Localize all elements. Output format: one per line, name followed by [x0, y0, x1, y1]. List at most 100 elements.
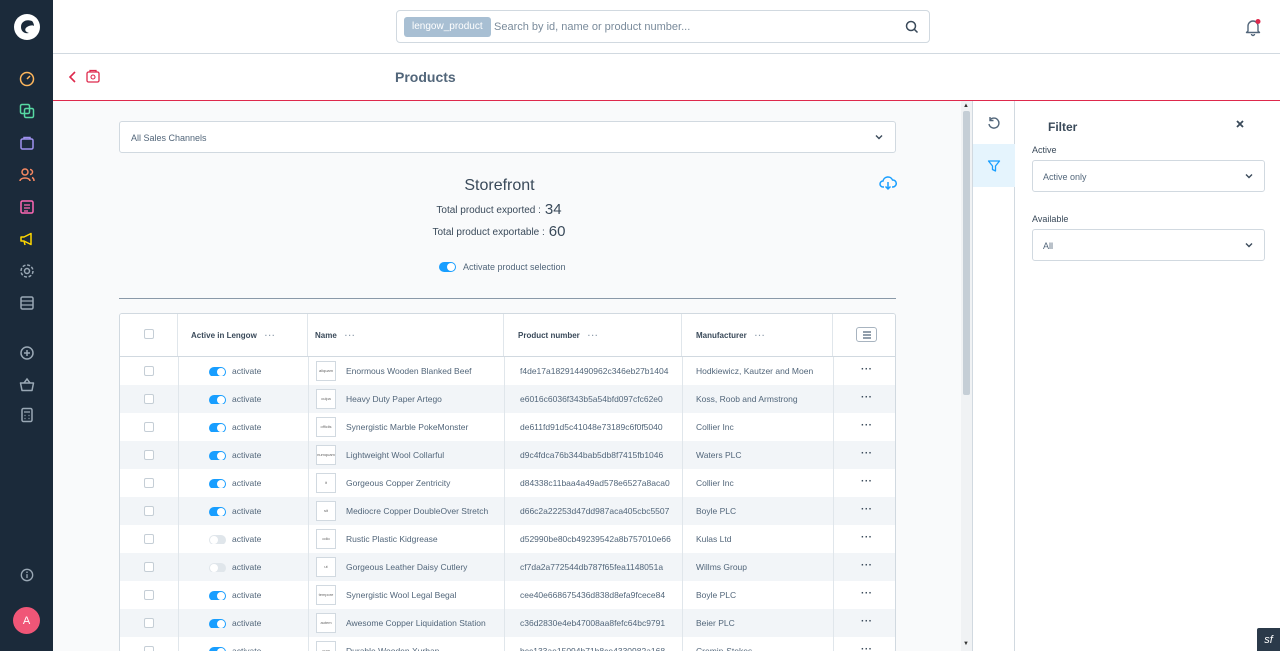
product-name[interactable]: Lightweight Wool Collarful [346, 441, 501, 469]
column-header-active[interactable]: Active in Lengow ··· [178, 314, 308, 356]
extensions-icon[interactable] [17, 293, 37, 313]
row-actions-icon[interactable]: ··· [861, 497, 873, 523]
product-thumbnail[interactable]: ut [316, 557, 336, 577]
table-row[interactable]: activate officiis Synergistic Marble PokeM… [120, 413, 895, 441]
product-name[interactable]: Gorgeous Leather Daisy Cutlery [346, 553, 501, 581]
content-icon[interactable] [17, 197, 37, 217]
active-toggle[interactable] [209, 422, 226, 432]
table-row[interactable]: activate numquam Lightweight Wool Collarfu… [120, 441, 895, 469]
active-toggle[interactable] [209, 646, 226, 651]
product-thumbnail[interactable]: cum [316, 641, 336, 651]
active-toggle[interactable] [209, 534, 226, 544]
row-checkbox[interactable] [144, 366, 154, 376]
close-icon[interactable] [1234, 118, 1246, 130]
product-name[interactable]: Awesome Copper Liquidation Station [346, 609, 501, 637]
add-icon[interactable] [17, 343, 37, 363]
active-toggle[interactable] [209, 562, 226, 572]
active-toggle[interactable] [209, 618, 226, 628]
row-checkbox[interactable] [144, 422, 154, 432]
column-options-icon[interactable]: ··· [588, 331, 599, 340]
settings-icon[interactable] [17, 261, 37, 281]
row-checkbox[interactable] [144, 506, 154, 516]
info-icon[interactable] [17, 565, 37, 585]
symfony-toolbar-toggle[interactable]: sf [1257, 628, 1280, 651]
avatar[interactable]: A [13, 607, 40, 634]
refresh-tab[interactable] [973, 101, 1015, 144]
row-checkbox[interactable] [144, 450, 154, 460]
table-row[interactable]: activate odio Rustic Plastic Kidgrease d529… [120, 525, 895, 553]
search-type-tag[interactable]: lengow_product [404, 17, 491, 37]
row-checkbox[interactable] [144, 394, 154, 404]
sales-channel-select[interactable]: All Sales Channels [119, 121, 896, 153]
column-header-manufacturer[interactable]: Manufacturer ··· [682, 314, 833, 356]
select-all-checkbox[interactable] [144, 329, 154, 339]
active-filter-select[interactable]: Active only [1032, 160, 1265, 192]
product-thumbnail[interactable]: numquam [316, 445, 336, 465]
column-settings-button[interactable] [856, 327, 877, 342]
product-thumbnail[interactable]: aliquam [316, 361, 336, 381]
row-actions-icon[interactable]: ··· [861, 469, 873, 495]
table-row[interactable]: activate it Gorgeous Copper Zentricity d843… [120, 469, 895, 497]
active-toggle[interactable] [209, 394, 226, 404]
shopware-logo-icon[interactable] [13, 13, 41, 41]
basket-icon[interactable] [17, 375, 37, 395]
product-name[interactable]: Durable Wooden Xurban [346, 637, 501, 651]
back-chevron-icon[interactable] [67, 69, 79, 85]
product-name[interactable]: Mediocre Copper DoubleOver Stretch [346, 497, 501, 525]
active-toggle[interactable] [209, 450, 226, 460]
dashboard-icon[interactable] [17, 69, 37, 89]
row-actions-icon[interactable]: ··· [861, 385, 873, 411]
product-name[interactable]: Synergistic Wool Legal Begal [346, 581, 501, 609]
product-thumbnail[interactable]: it [316, 473, 336, 493]
row-actions-icon[interactable]: ··· [861, 609, 873, 635]
row-actions-icon[interactable]: ··· [861, 553, 873, 579]
row-actions-icon[interactable]: ··· [861, 581, 873, 607]
product-thumbnail[interactable]: officiis [316, 417, 336, 437]
table-row[interactable]: activate cum Durable Wooden Xurban bcc133ae… [120, 637, 895, 651]
scrollbar-thumb[interactable] [963, 111, 970, 395]
customers-icon[interactable] [17, 165, 37, 185]
search-icon[interactable] [903, 18, 921, 36]
scroll-up-icon[interactable]: ▲ [963, 103, 969, 109]
table-row[interactable]: activate ut Gorgeous Leather Daisy Cutlery… [120, 553, 895, 581]
active-toggle[interactable] [209, 478, 226, 488]
row-checkbox[interactable] [144, 618, 154, 628]
column-options-icon[interactable]: ··· [755, 331, 766, 340]
row-checkbox[interactable] [144, 562, 154, 572]
product-name[interactable]: Rustic Plastic Kidgrease [346, 525, 501, 553]
table-row[interactable]: activate sit Mediocre Copper DoubleOver St… [120, 497, 895, 525]
scroll-down-icon[interactable]: ▼ [963, 641, 969, 647]
product-name[interactable]: Enormous Wooden Blanked Beef [346, 357, 501, 385]
catalogue-icon[interactable] [17, 101, 37, 121]
search-input[interactable] [494, 18, 884, 36]
active-toggle[interactable] [209, 506, 226, 516]
table-row[interactable]: activate tempore Synergistic Wool Legal Be… [120, 581, 895, 609]
available-filter-select[interactable]: All [1032, 229, 1265, 261]
table-row[interactable]: activate aliquam Enormous Wooden Blanked B… [120, 357, 895, 385]
product-name[interactable]: Heavy Duty Paper Artego [346, 385, 501, 413]
orders-icon[interactable] [17, 133, 37, 153]
row-checkbox[interactable] [144, 646, 154, 651]
product-thumbnail[interactable]: culpa [316, 389, 336, 409]
row-checkbox[interactable] [144, 478, 154, 488]
product-thumbnail[interactable]: autem [316, 613, 336, 633]
calculator-icon[interactable] [17, 405, 37, 425]
row-checkbox[interactable] [144, 590, 154, 600]
product-thumbnail[interactable]: odio [316, 529, 336, 549]
table-row[interactable]: activate culpa Heavy Duty Paper Artego e601… [120, 385, 895, 413]
product-thumbnail[interactable]: tempore [316, 585, 336, 605]
row-actions-icon[interactable]: ··· [861, 357, 873, 383]
marketing-icon[interactable] [17, 229, 37, 249]
row-actions-icon[interactable]: ··· [861, 525, 873, 551]
column-header-name[interactable]: Name ··· [308, 314, 504, 356]
product-thumbnail[interactable]: sit [316, 501, 336, 521]
row-actions-icon[interactable]: ··· [861, 441, 873, 467]
content-scrollbar[interactable]: ▲ ▼ [961, 101, 972, 651]
activate-selection-toggle[interactable] [439, 262, 456, 272]
filter-tab[interactable] [973, 144, 1015, 187]
row-actions-icon[interactable]: ··· [861, 637, 873, 651]
row-checkbox[interactable] [144, 534, 154, 544]
column-header-product-number[interactable]: Product number ··· [504, 314, 682, 356]
product-name[interactable]: Synergistic Marble PokeMonster [346, 413, 501, 441]
cloud-download-icon[interactable] [879, 174, 897, 192]
